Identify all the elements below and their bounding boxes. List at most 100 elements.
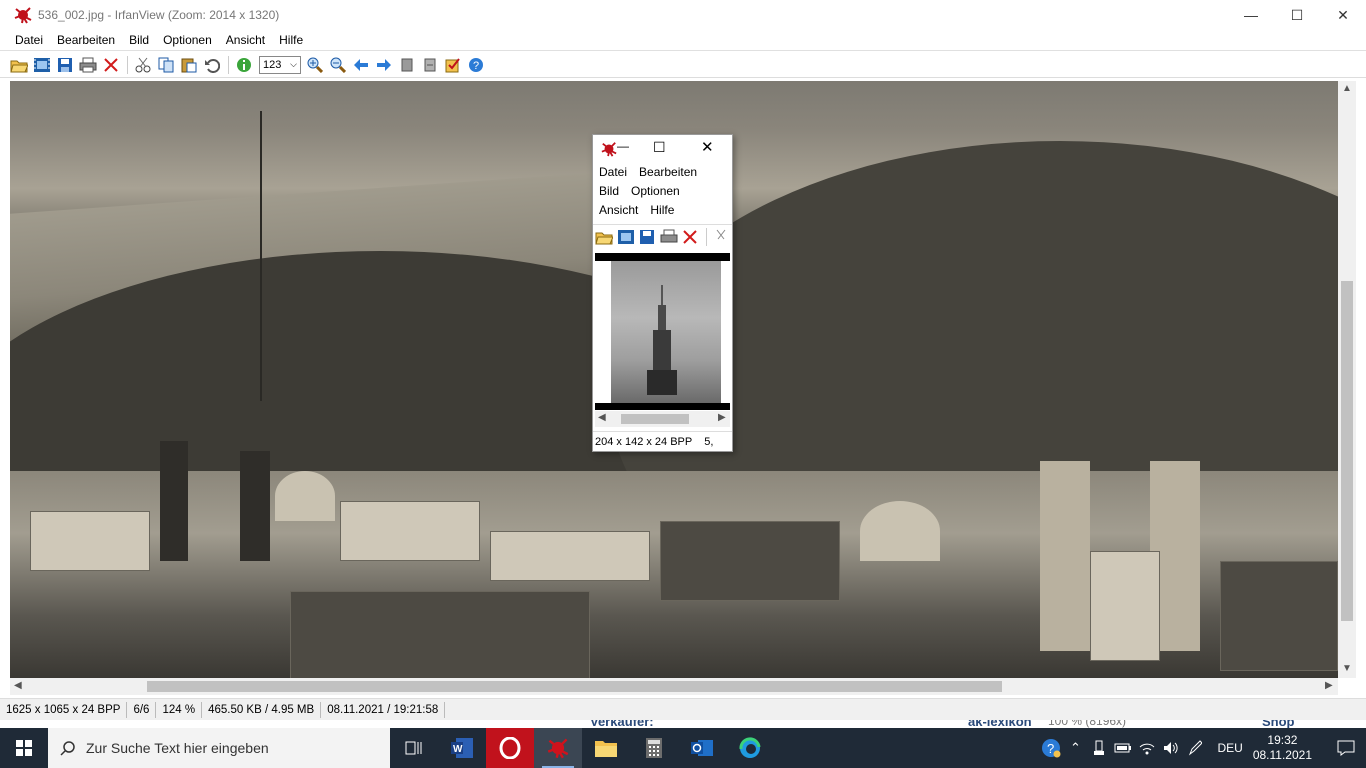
windows-start-icon[interactable] [0,728,48,768]
menu-datei[interactable]: Datei [8,33,50,47]
usb-icon[interactable] [1087,728,1111,768]
toolbar-separator [127,55,128,74]
open-folder-icon[interactable] [594,226,615,248]
photo-building [30,511,150,571]
irfanview-taskbar-icon[interactable] [534,728,582,768]
menu-bild[interactable]: Bild [122,33,156,47]
battery-icon[interactable] [1111,728,1135,768]
cut-icon[interactable] [132,54,154,76]
last-icon[interactable] [419,54,441,76]
outlook-icon[interactable] [678,728,726,768]
mini-image-area[interactable] [595,253,730,410]
system-tray: ? ⌃ DEU 19:32 08.11.2021 [1039,728,1366,768]
mini-status-bar: 204 x 142 x 24 BPP 5, [593,431,732,451]
help-icon[interactable]: ? [465,54,487,76]
horizontal-scrollbar[interactable]: ◀ ▶ [10,678,1338,695]
menu-bearbeiten[interactable]: Bearbeiten [50,33,122,47]
status-date: 08.11.2021 / 19:21:58 [321,701,446,718]
mini-menu-ansicht[interactable]: Ansicht [599,203,638,217]
clock[interactable]: 19:32 08.11.2021 [1253,733,1312,763]
first-icon[interactable] [396,54,418,76]
print-icon[interactable] [659,226,680,248]
paste-icon[interactable] [178,54,200,76]
notification-icon[interactable] [1326,728,1366,768]
scroll-thumb[interactable] [147,681,1002,692]
settings-icon[interactable] [442,54,464,76]
status-filesize: 465.50 KB / 4.95 MB [202,701,322,718]
taskbar-search[interactable]: Zur Suche Text hier eingeben [48,728,390,768]
volume-icon[interactable] [1159,728,1183,768]
irfanview-app-icon[interactable] [14,6,32,24]
scroll-right-icon[interactable]: ▶ [1325,680,1333,691]
scroll-up-icon[interactable]: ▲ [1342,83,1352,94]
open-folder-icon[interactable] [8,54,30,76]
maximize-button[interactable]: ☐ [1274,0,1320,30]
toolbar-separator [228,55,229,74]
close-button[interactable]: ✕ [1320,0,1366,30]
zoom-out-icon[interactable] [327,54,349,76]
prev-icon[interactable] [350,54,372,76]
slideshow-icon[interactable] [616,226,637,248]
clock-time: 19:32 [1267,733,1298,747]
scroll-thumb[interactable] [1341,281,1353,621]
scroll-thumb[interactable] [621,414,689,424]
help-icon[interactable]: ? [1039,728,1063,768]
photo-dome [860,501,940,561]
zoom-in-icon[interactable] [304,54,326,76]
irfanview-app-icon[interactable] [601,141,617,160]
mini-menu-optionen[interactable]: Optionen [631,184,680,198]
next-icon[interactable] [373,54,395,76]
cut-icon[interactable] [711,226,732,248]
menu-hilfe[interactable]: Hilfe [272,33,310,47]
toolbar-separator [705,227,707,246]
delete-icon[interactable] [100,54,122,76]
status-zoom: 124 % [156,701,203,718]
pen-icon[interactable] [1183,728,1207,768]
chevron-up-icon[interactable]: ⌃ [1063,728,1087,768]
zoom-select[interactable]: 123 ⌵ [259,55,301,74]
file-explorer-icon[interactable] [582,728,630,768]
mini-menu-bearbeiten[interactable]: Bearbeiten [639,165,697,179]
save-icon[interactable] [637,226,658,248]
save-icon[interactable] [54,54,76,76]
mini-menu-datei[interactable]: Datei [599,165,627,179]
photo-building [1090,551,1160,661]
delete-icon[interactable] [680,226,701,248]
mini-irfanview-window[interactable]: — ☐ ✕ Datei Bearbeiten Bild Optionen Ansic… [592,134,733,452]
slideshow-icon[interactable] [31,54,53,76]
mini-horizontal-scrollbar[interactable]: ◀ ▶ [595,411,730,427]
copy-icon[interactable] [155,54,177,76]
photo-tower [240,451,270,561]
scroll-left-icon[interactable]: ◀ [14,680,22,691]
word-icon[interactable]: W [438,728,486,768]
mini-close-button[interactable]: ✕ [701,138,714,156]
edge-icon[interactable] [726,728,774,768]
title-bar: 536_002.jpg - IrfanView (Zoom: 2014 x 13… [0,0,1366,30]
wifi-icon[interactable] [1135,728,1159,768]
window-title: 536_002.jpg - IrfanView (Zoom: 2014 x 13… [38,8,280,22]
menu-ansicht[interactable]: Ansicht [219,33,272,47]
task-view-icon[interactable] [390,728,438,768]
undo-icon[interactable] [201,54,223,76]
menu-bar: Datei Bearbeiten Bild Optionen Ansicht H… [0,30,1366,51]
minimize-button[interactable]: — [1228,0,1274,30]
chevron-down-icon: ⌵ [290,58,297,69]
print-icon[interactable] [77,54,99,76]
vertical-scrollbar[interactable]: ▲ ▼ [1338,81,1356,678]
photo-building [1220,561,1338,671]
scroll-down-icon[interactable]: ▼ [1342,663,1352,674]
mini-menu-bild[interactable]: Bild [599,184,619,198]
mini-minimize-button[interactable]: — [617,139,629,153]
mini-menu-hilfe[interactable]: Hilfe [650,203,674,217]
scroll-right-icon[interactable]: ▶ [718,412,726,423]
menu-optionen[interactable]: Optionen [156,33,219,47]
mini-toolbar [593,224,732,248]
language-indicator[interactable]: DEU [1217,741,1242,755]
photo-dome [275,471,335,521]
info-icon[interactable] [233,54,255,76]
mini-photo [611,261,721,403]
calculator-icon[interactable] [630,728,678,768]
mini-maximize-button[interactable]: ☐ [653,139,666,156]
opera-icon[interactable] [486,728,534,768]
scroll-left-icon[interactable]: ◀ [598,412,606,423]
